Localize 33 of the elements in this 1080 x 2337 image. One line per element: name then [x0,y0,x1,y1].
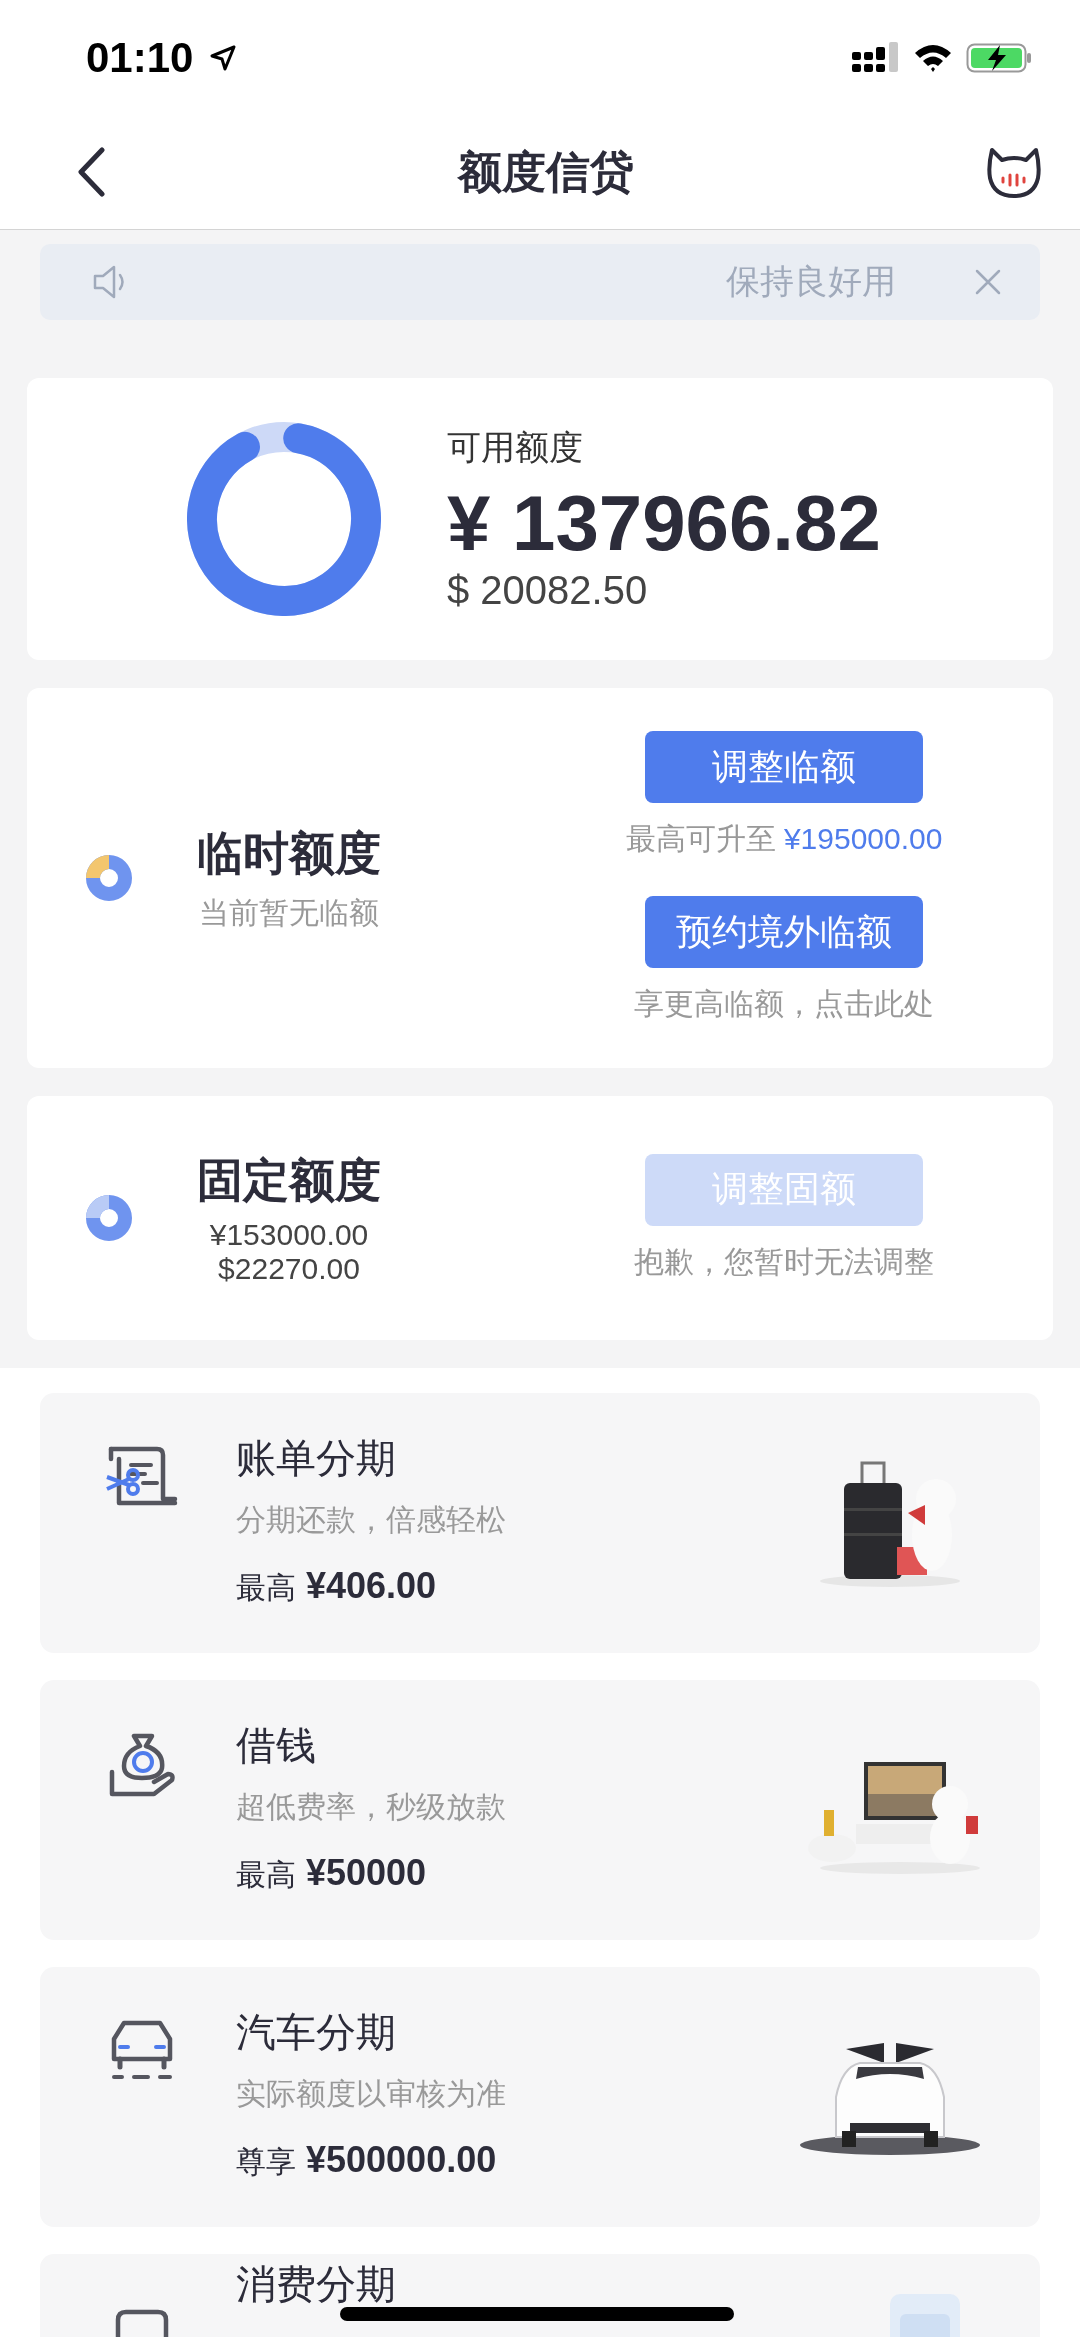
product-title: 汽车分期 [236,2009,397,2056]
action-button[interactable]: 预约境外临额 [645,896,923,968]
product-subtitle: 分期还款，倍感轻松 [236,1502,506,1538]
amount-label: 尊享 [236,2144,296,2180]
product-card[interactable]: 消费分期 [40,2254,1040,2337]
amount-value: ¥500000.00 [306,2139,497,2181]
product-card[interactable]: 汽车分期 实际额度以审核为准 尊享 ¥500000.00 [40,1967,1040,2227]
product-title: 消费分期 [236,2262,396,2306]
amount-value: ¥50000 [306,1852,427,1894]
page-title: 额度信贷 [458,145,634,198]
amount-value: ¥406.00 [306,1565,437,1607]
fixed-credit-amount: ¥153000.00 [209,1218,369,1252]
temporary-credit-status: 当前暂无临额 [199,894,379,931]
notice-text: 保持良好用 [726,261,896,302]
action-button[interactable]: 调整临额 [645,731,923,803]
action-note: 享更高临额，点击此处 [634,986,934,1022]
status-time: 01:10 [86,33,194,82]
product-subtitle: 实际额度以审核为准 [236,2076,506,2112]
available-usd-amount: $ 20082.50 [447,568,649,614]
available-amount: ¥ 137966.82 [447,478,881,569]
product-title: 借钱 [236,1722,317,1769]
available-credit-label: 可用额度 [447,426,584,468]
product-card[interactable]: 账单分期 分期还款，倍感轻松 最高 ¥406.00 [40,1393,1040,1653]
action-note: 最高可升至 ¥195000.00 [625,821,943,857]
amount-label: 最高 [236,1570,296,1606]
fixed-credit-amount: $22270.00 [218,1252,360,1286]
fixed-credit-title: 固定额度 [197,1153,381,1208]
action-note: 抱歉，您暂时无法调整 [634,1243,934,1280]
amount-label: 最高 [236,1857,296,1893]
temporary-credit-title: 临时额度 [197,825,381,881]
product-title: 账单分期 [236,1435,397,1482]
product-card[interactable]: 借钱 超低费率，秒级放款 最高 ¥50000 [40,1680,1040,1940]
product-subtitle: 超低费率，秒级放款 [236,1789,506,1825]
